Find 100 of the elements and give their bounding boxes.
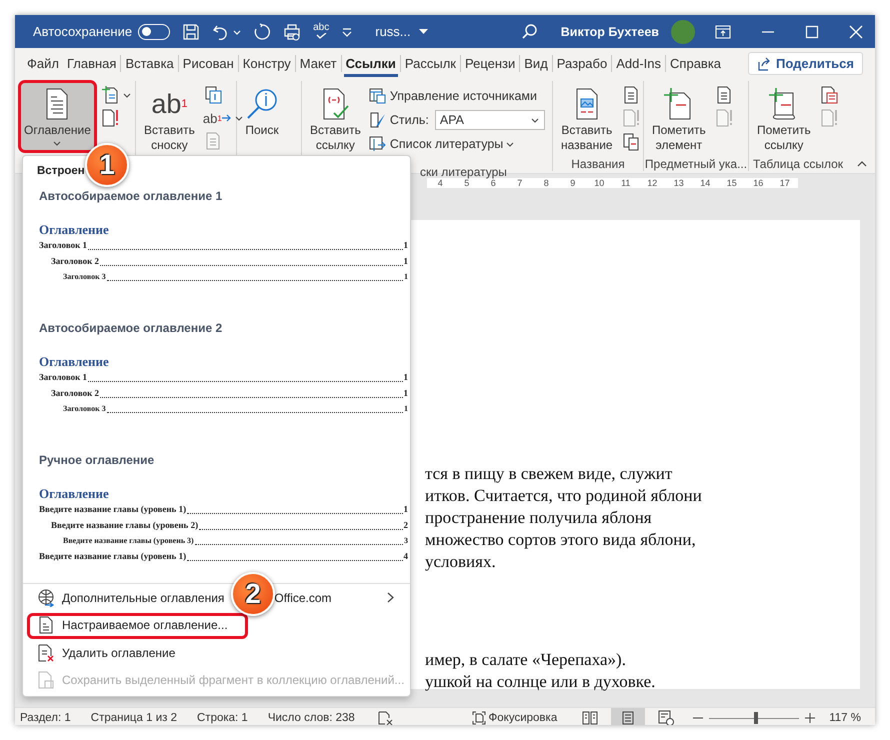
ribbon-small-button[interactable] — [620, 131, 641, 151]
status-item[interactable]: Страница 1 из 2 — [90, 712, 177, 724]
status-item[interactable]: Строка: 1 — [197, 712, 248, 724]
group-label: Таблица ссылок — [752, 157, 844, 171]
status-item[interactable]: Число слов: 238 — [268, 712, 355, 724]
menu-item[interactable]: Удалить оглавление — [62, 646, 176, 660]
page-number: 1 — [404, 271, 408, 283]
document-icon — [37, 616, 55, 634]
toc-gallery-item[interactable]: Автособираемое оглавление 2 Оглавление Заголовок 1 1 Заголовок 2 1 Заголовок 3 1 — [23, 318, 410, 450]
autosave-toggle[interactable] — [138, 24, 170, 40]
style-dropdown[interactable]: APA — [434, 110, 545, 130]
menu-item[interactable]: Office.com — [274, 590, 332, 605]
ribbon-tab[interactable]: Рисован — [178, 48, 238, 79]
ribbon-tab[interactable]: Рассылк — [400, 48, 460, 79]
toc-preview-title: Оглавление — [39, 485, 110, 502]
ribbon-tab[interactable]: Констру — [238, 48, 295, 79]
ribbon-button[interactable]: Пометить ссылку — [752, 81, 816, 157]
ruler-number: 12 — [639, 178, 666, 188]
gallery-title: Автособираемое оглавление 1 — [39, 188, 224, 205]
ruler-number: 7 — [506, 178, 533, 188]
group-label: Предметный ука... — [644, 157, 748, 171]
cross-reference-icon — [620, 131, 641, 151]
toc-entry: Введите название главы (уровень 3) — [63, 535, 194, 547]
ribbon-button[interactable]: Поиск — [240, 81, 284, 153]
ribbon-tab[interactable]: Вид — [520, 48, 552, 79]
style-icon — [368, 111, 387, 129]
ribbon-display-icon[interactable] — [715, 24, 731, 38]
status-item[interactable]: Раздел: 1 — [20, 712, 71, 724]
globe-icon — [37, 588, 55, 607]
group-label: Названия — [570, 157, 626, 171]
toc-entry: Заголовок 3 — [63, 271, 106, 283]
ribbon-tab[interactable]: Справка — [666, 48, 726, 79]
page-number: 1 — [404, 503, 408, 516]
ribbon-tab[interactable]: Вставка — [121, 48, 178, 79]
document-alert-icon — [100, 108, 120, 128]
ribbon-small-button[interactable]: ab$^{1}$ — [202, 108, 243, 128]
ribbon-tab[interactable]: Разрабо — [552, 48, 612, 79]
ribbon-tab[interactable]: Главная — [62, 48, 120, 79]
zoom-in-icon[interactable] — [805, 713, 816, 723]
toc-entry: Заголовок 1 — [39, 371, 88, 384]
zoom-thumb[interactable] — [754, 712, 758, 724]
page-number: 2 — [404, 518, 408, 532]
style-label: Стиль: — [390, 113, 429, 127]
document-text: пространение получила яблоня — [425, 507, 653, 529]
ribbon-tab[interactable]: Ссылки — [342, 48, 400, 79]
book-icon — [368, 135, 387, 153]
gallery-title: Ручное оглавление — [39, 452, 156, 469]
focus-button[interactable]: Фокусировка — [466, 710, 564, 725]
ribbon-small-button[interactable]: Управление источниками — [368, 85, 545, 107]
toc-entry: Введите название главы (уровень 1) — [39, 550, 186, 563]
ribbon-button[interactable]: Пометить элемент — [647, 81, 711, 157]
caret-icon[interactable] — [418, 28, 428, 34]
save-document-icon — [37, 671, 55, 690]
ribbon-small-button[interactable]: Список литературы — [368, 133, 545, 155]
ribbon-button[interactable]: ab$^{1}$ Вставить сноску — [139, 81, 200, 157]
ribbon-tab[interactable]: Рецензи — [461, 48, 520, 79]
ribbon-button[interactable]: Оглавление — [18, 80, 97, 153]
document-name[interactable]: russ... — [375, 24, 411, 39]
page-number: 4 — [404, 550, 408, 562]
ribbon-tab[interactable]: Add-Ins — [612, 48, 666, 79]
ruler-number: 9 — [560, 178, 586, 188]
zoom-level[interactable]: 117 % — [829, 712, 861, 724]
search-icon[interactable] — [520, 22, 539, 40]
ribbon-button[interactable]: Вставить название — [556, 81, 618, 157]
save-icon[interactable] — [182, 22, 200, 40]
caret-icon — [530, 118, 539, 122]
ribbon-small-button[interactable] — [100, 85, 131, 105]
ruler-number: 8 — [533, 178, 560, 188]
user-name[interactable]: Виктор Бухтеев — [560, 24, 659, 38]
ribbon-button[interactable]: Вставить ссылку — [305, 81, 366, 165]
toc-preview-title: Оглавление — [39, 221, 110, 238]
maximize-icon[interactable] — [805, 24, 819, 38]
delete-document-icon — [37, 644, 55, 662]
group-label: ски литературы — [419, 165, 508, 179]
document-text: множество сортов этого вида яблони, — [425, 529, 697, 551]
print-layout-icon[interactable] — [611, 708, 646, 725]
document-alert-icon — [714, 108, 734, 128]
chevron-right-icon — [387, 592, 394, 604]
ribbon-tab[interactable]: Файл — [23, 48, 63, 79]
share-button[interactable]: Поделиться — [748, 52, 863, 75]
collapse-ribbon-icon[interactable] — [857, 161, 867, 167]
page-number: 3 — [404, 535, 408, 547]
ribbon-small-button[interactable] — [818, 85, 839, 105]
toc-entry: Заголовок 2 — [51, 386, 100, 400]
redo-icon[interactable] — [253, 22, 272, 40]
menu-item[interactable]: Дополнительные оглавления — [62, 590, 224, 605]
ruler-number: 6 — [480, 178, 506, 188]
close-icon[interactable] — [849, 24, 863, 38]
ruler-number: 11 — [612, 178, 639, 188]
ruler-number: 5 — [454, 178, 480, 188]
proofing-icon[interactable] — [376, 711, 393, 725]
toc-gallery-item[interactable]: Автособираемое оглавление 1 Оглавление Заголовок 1 1 Заголовок 2 1 Заголовок 3 1 — [23, 186, 410, 318]
footnote-icon: ab$^{1}$ — [151, 85, 188, 123]
document-alert-icon — [818, 108, 839, 128]
toc-entry: Заголовок 2 — [51, 254, 100, 268]
menu-item[interactable]: Настраиваемое оглавление... — [62, 618, 228, 632]
printer-icon[interactable] — [283, 22, 302, 40]
focus-icon — [472, 711, 486, 725]
ribbon-tab[interactable]: Макет — [296, 48, 341, 79]
document-text: итков. Считается, что родиной яблони — [425, 485, 703, 507]
